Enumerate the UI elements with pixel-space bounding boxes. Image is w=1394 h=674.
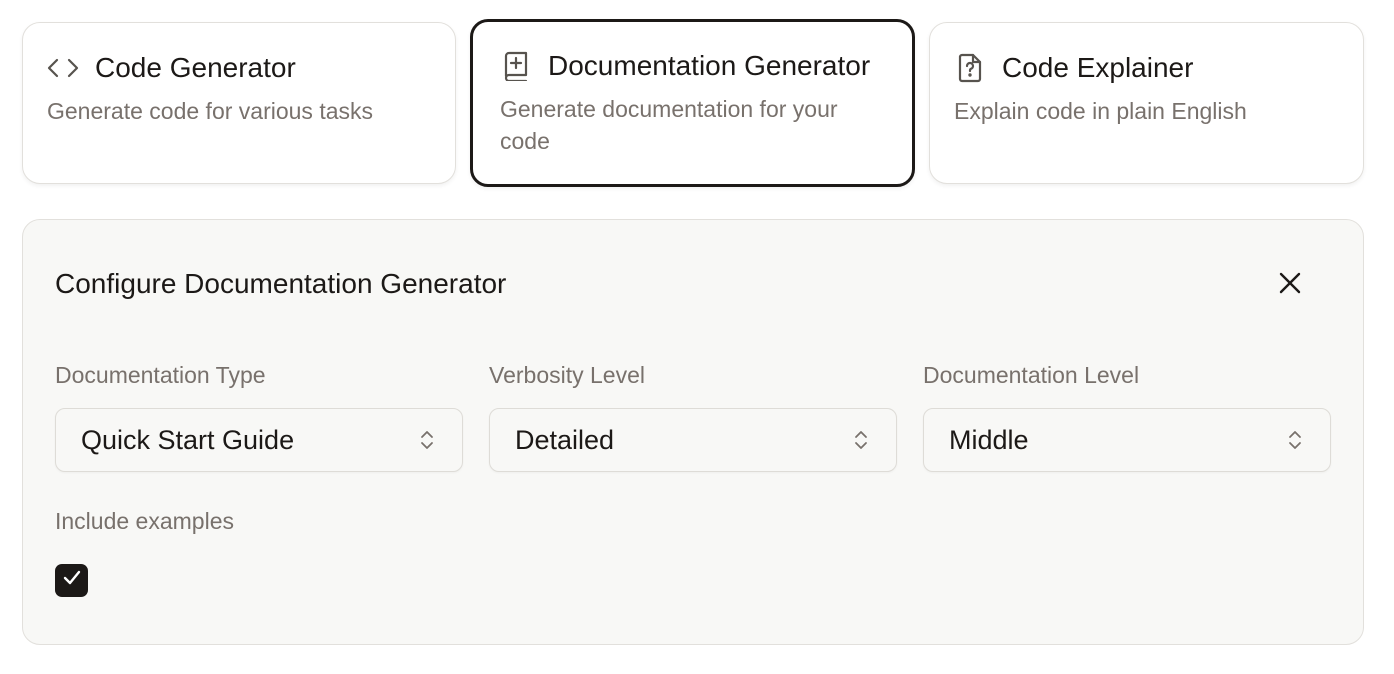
include-examples-label: Include examples: [55, 508, 234, 534]
documentation-type-select[interactable]: Quick Start Guide: [55, 408, 463, 472]
close-button[interactable]: [1275, 270, 1305, 300]
tool-card-documentation-generator[interactable]: Documentation Generator Generate documen…: [470, 19, 915, 187]
tool-card-code-generator[interactable]: Code Generator Generate code for various…: [22, 22, 456, 184]
include-examples-checkbox[interactable]: [55, 564, 88, 597]
checkmark-icon: [62, 569, 82, 592]
verbosity-level-select[interactable]: Detailed: [489, 408, 897, 472]
tool-cards: Code Generator Generate code for various…: [22, 19, 1364, 187]
tool-card-title: Code Explainer: [1002, 52, 1194, 83]
tool-card-description: Explain code in plain English: [954, 98, 1247, 124]
select-value: Detailed: [515, 424, 615, 455]
file-question-icon: [954, 52, 986, 84]
chevrons-up-down-icon: [420, 426, 438, 454]
tool-card-title: Documentation Generator: [548, 50, 871, 81]
documentation-level-label: Documentation Level: [923, 362, 1140, 388]
documentation-type-field: Documentation Type Quick Start Guide: [55, 360, 463, 472]
chevrons-up-down-icon: [1288, 426, 1306, 454]
close-icon: [1279, 272, 1301, 299]
verbosity-level-label: Verbosity Level: [489, 362, 645, 388]
code-brackets-icon: [47, 52, 79, 84]
tool-card-description: Generate code for various tasks: [47, 98, 373, 124]
tool-card-code-explainer[interactable]: Code Explainer Explain code in plain Eng…: [929, 22, 1364, 184]
tool-card-description: Generate documentation for your code: [500, 96, 838, 154]
documentation-type-label: Documentation Type: [55, 362, 266, 388]
select-value: Middle: [949, 424, 1029, 455]
config-panel: Configure Documentation Generator Docume…: [22, 219, 1364, 645]
documentation-level-select[interactable]: Middle: [923, 408, 1331, 472]
chevrons-up-down-icon: [854, 426, 872, 454]
select-value: Quick Start Guide: [81, 424, 295, 455]
book-plus-icon: [500, 50, 532, 82]
documentation-level-field: Documentation Level Middle: [923, 360, 1331, 472]
verbosity-level-field: Verbosity Level Detailed: [489, 360, 897, 472]
tool-card-title: Code Generator: [95, 52, 296, 83]
config-panel-title: Configure Documentation Generator: [55, 268, 507, 299]
